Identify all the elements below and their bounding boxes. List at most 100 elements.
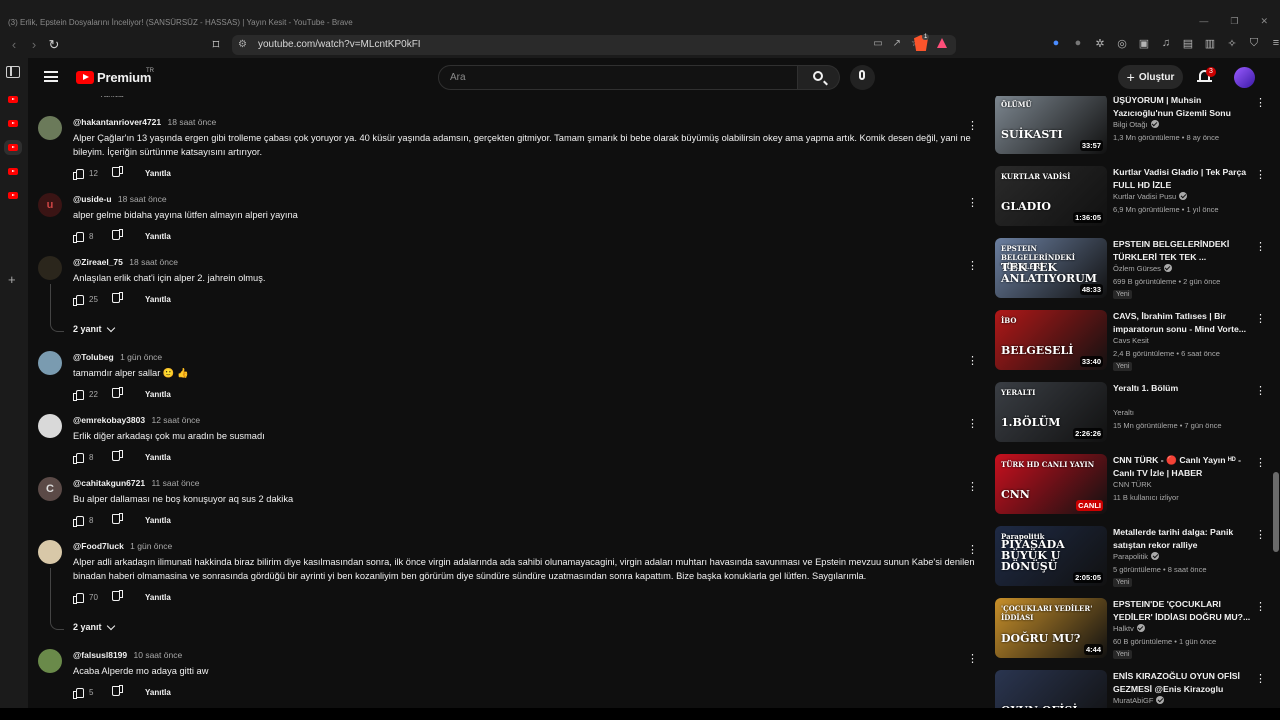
comment-author[interactable]: @emrekobay3803 [73, 415, 145, 425]
reply-button[interactable]: Yanıtla [145, 232, 171, 241]
comment-more-icon[interactable]: ⋮ [967, 119, 978, 132]
wallet-icon[interactable]: ▥ [1204, 37, 1216, 50]
recommended-video[interactable]: YERALTI 1.BÖLÜM 2:26:26 Yeraltı 1. Bölüm… [994, 382, 1269, 444]
tab-youtube-icon[interactable] [8, 192, 18, 199]
video-thumbnail[interactable]: Parapolitik PİYASADA BÜYÜK U DÖNÜŞÜ 2:05… [995, 526, 1107, 586]
recommended-video[interactable]: EPSTEIN BELGELERİNDEKİ TÜRKLERİ TEK TEK … [994, 238, 1269, 300]
channel-name[interactable]: Kurtlar Vadisi Pusu [1113, 192, 1188, 201]
recommended-video[interactable]: Parapolitik PİYASADA BÜYÜK U DÖNÜŞÜ 2:05… [994, 526, 1269, 588]
scrollbar-thumb[interactable] [1273, 472, 1279, 552]
channel-name[interactable]: CNN TÜRK [1113, 480, 1152, 489]
video-title[interactable]: EPSTEIN BELGELERİNDEKİ TÜRKLERİ TEK TEK … [1113, 238, 1253, 264]
dislike-icon[interactable] [113, 294, 123, 304]
comment-more-icon[interactable]: ⋮ [967, 417, 978, 430]
tab-youtube-icon[interactable] [8, 168, 18, 175]
recommended-video[interactable]: TÜRK HD CANLI YAYIN CNN CANLI CNN TÜRK -… [994, 454, 1269, 516]
video-thumbnail[interactable]: EPSTEIN BELGELERİNDEKİ TÜRKLERİ TEK TEK … [995, 238, 1107, 298]
comment-time[interactable]: 18 saat önce [129, 257, 178, 267]
dislike-icon[interactable] [113, 168, 123, 178]
commenter-avatar[interactable] [38, 540, 62, 564]
like-icon[interactable] [73, 687, 84, 699]
commenter-avatar[interactable]: C [38, 477, 62, 501]
dislike-icon[interactable] [113, 452, 123, 462]
channel-name[interactable]: Halktv [1113, 624, 1145, 633]
video-title[interactable]: CAVS, İbrahim Tatlıses | Bir imparatorun… [1113, 310, 1253, 336]
comment-more-icon[interactable]: ⋮ [967, 652, 978, 665]
channel-name[interactable]: Yeraltı [1113, 408, 1134, 417]
video-thumbnail[interactable]: ÖLÜMÜ SUİKASTI 33:57 [995, 96, 1107, 154]
comment-author[interactable]: @Food7luck [73, 541, 124, 551]
leo-icon[interactable]: ✧ [1226, 37, 1238, 50]
back-icon[interactable]: ‹ [6, 37, 22, 53]
forward-icon[interactable]: › [26, 37, 42, 53]
reload-icon[interactable]: ↻ [46, 37, 62, 53]
dislike-icon[interactable] [113, 515, 123, 525]
reply-button[interactable]: Yanıtla [145, 169, 171, 178]
video-title[interactable]: ENİS KIRAZOĞLU OYUN OFİSİ GEZMESİ @Enis … [1113, 670, 1253, 696]
video-title[interactable]: ÜŞÜYORUM | Muhsin Yazıcıoğlu'nun Gizemli… [1113, 96, 1253, 120]
video-thumbnail[interactable]: 'ÇOCUKLARI YEDİLER' İDDİASI DOĞRU MU? 4:… [995, 598, 1107, 658]
commenter-avatar[interactable]: u [38, 193, 62, 217]
tab-youtube-icon[interactable] [8, 120, 18, 127]
comment-more-icon[interactable]: ⋮ [967, 259, 978, 272]
channel-name[interactable]: Özlem Gürses [1113, 264, 1172, 273]
vpn-icon[interactable]: ⛉ [1248, 37, 1260, 50]
channel-name[interactable]: MuratAbiGF [1113, 696, 1165, 705]
comment-author[interactable]: @cahitakgun6721 [73, 478, 145, 488]
url-text[interactable]: youtube.com/watch?v=MLcntKP0kFI [258, 39, 421, 50]
reply-button[interactable]: Yanıtla [145, 688, 171, 697]
video-title[interactable]: Metallerde tarihi dalga: Panik satıştan … [1113, 526, 1253, 552]
sidebar-icon[interactable]: ▤ [1182, 37, 1194, 50]
commenter-avatar[interactable] [38, 351, 62, 375]
media-icon[interactable]: ♫ [1160, 37, 1172, 50]
comment-time[interactable]: 10 saat önce [134, 650, 183, 660]
video-title[interactable]: CNN TÜRK - 🔴 Canlı Yayın ᴴᴰ - Canlı TV İ… [1113, 454, 1253, 480]
video-more-icon[interactable]: ⋮ [1255, 672, 1266, 685]
page-scrollbar[interactable] [1272, 96, 1280, 720]
close-button[interactable]: ✕ [1260, 16, 1268, 27]
comment-author[interactable]: @hakantanriover4721 [73, 117, 161, 127]
reply-button[interactable]: Yanıtla [145, 390, 171, 399]
recommended-video[interactable]: İBO BELGESELİ 33:40 CAVS, İbrahim Tatlıs… [994, 310, 1269, 372]
site-info-icon[interactable]: ⚙ [238, 39, 247, 50]
cast-icon[interactable]: ▭ [873, 38, 882, 49]
commenter-avatar[interactable] [38, 256, 62, 280]
like-icon[interactable] [73, 231, 84, 243]
like-icon[interactable] [73, 515, 84, 527]
comment-more-icon[interactable]: ⋮ [967, 480, 978, 493]
comment-author[interactable]: @Tolubeg [73, 352, 114, 362]
panel-toggle-icon[interactable] [6, 66, 20, 78]
channel-name[interactable]: Cavs Kesit [1113, 336, 1149, 345]
url-bar[interactable]: ⚙ youtube.com/watch?v=MLcntKP0kFI ▭ ↗ ☆ [232, 35, 956, 55]
comment-time[interactable]: 11 saat önce [151, 478, 199, 488]
extension-icon[interactable]: ▣ [1138, 37, 1150, 50]
channel-name[interactable]: Parapolitik [1113, 552, 1160, 561]
recommended-video[interactable]: KURTLAR VADİSİ GLADIO 1:36:05 Kurtlar Va… [994, 166, 1269, 228]
video-more-icon[interactable]: ⋮ [1255, 456, 1266, 469]
bookmark-icon[interactable]: ⌑ [208, 37, 224, 53]
brave-rewards-icon[interactable] [937, 38, 947, 48]
search-input[interactable] [439, 66, 797, 89]
commenter-avatar[interactable] [38, 414, 62, 438]
extension-icon[interactable]: ✲ [1094, 37, 1106, 50]
video-title[interactable]: Yeraltı 1. Bölüm [1113, 382, 1253, 395]
recommended-video[interactable]: ÖLÜMÜ SUİKASTI 33:57 ÜŞÜYORUM | Muhsin Y… [994, 96, 1269, 156]
hamburger-menu-icon[interactable] [44, 71, 58, 82]
video-more-icon[interactable]: ⋮ [1255, 600, 1266, 613]
video-more-icon[interactable]: ⋮ [1255, 528, 1266, 541]
comment-author[interactable]: @Zireael_75 [73, 257, 123, 267]
share-icon[interactable]: ↗ [893, 38, 901, 49]
dislike-icon[interactable] [113, 231, 123, 241]
comment-more-icon[interactable]: ⋮ [967, 543, 978, 556]
maximize-button[interactable]: ❐ [1230, 16, 1238, 27]
menu-icon[interactable]: ≡ [1270, 37, 1280, 50]
video-title[interactable]: Kurtlar Vadisi Gladio | Tek Parça FULL H… [1113, 166, 1253, 192]
search-button[interactable] [798, 65, 840, 90]
comment-time[interactable]: 12 saat önce [151, 415, 200, 425]
commenter-avatar[interactable] [38, 649, 62, 673]
reply-button[interactable]: Yanıtla [145, 453, 171, 462]
like-icon[interactable] [73, 294, 84, 306]
dislike-icon[interactable] [113, 592, 123, 602]
comment-author[interactable]: @uside-u [73, 194, 112, 204]
reply-button[interactable]: Yanıtla [145, 295, 171, 304]
